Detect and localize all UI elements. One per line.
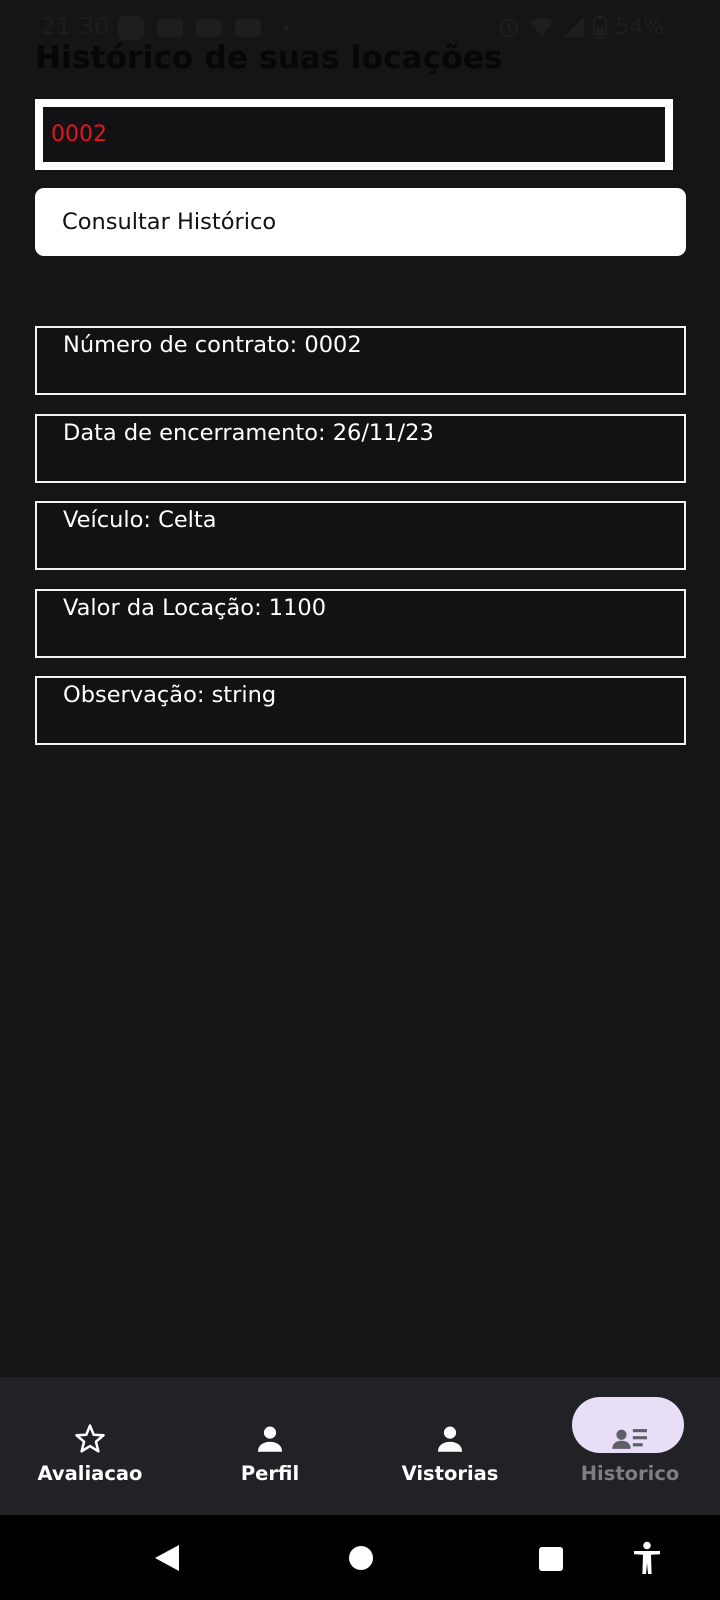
contract-number-input[interactable] bbox=[51, 115, 657, 154]
person-icon bbox=[257, 1426, 283, 1452]
nav-label-historico: Historico bbox=[580, 1462, 680, 1485]
nav-label-perfil: Perfil bbox=[240, 1462, 300, 1485]
accessibility-icon[interactable] bbox=[632, 1541, 662, 1575]
end-date-field: Data de encerramento: 26/11/23 bbox=[35, 414, 686, 483]
youtube-icon bbox=[157, 19, 183, 37]
alarm-icon bbox=[500, 19, 519, 37]
vehicle-field: Veículo: Celta bbox=[35, 501, 686, 570]
youtube-icon bbox=[235, 19, 261, 37]
contract-number-field: Número de contrato: 0002 bbox=[35, 326, 686, 395]
home-icon[interactable] bbox=[348, 1545, 374, 1571]
nav-label-vistorias: Vistorias bbox=[401, 1462, 499, 1485]
status-time: 21:30 bbox=[41, 14, 110, 40]
system-navigation-bar bbox=[0, 1515, 720, 1600]
bottom-navigation: Avaliacao Perfil Vistorias Historico bbox=[0, 1377, 720, 1515]
more-notifications-dot-icon bbox=[283, 25, 289, 31]
rental-value-field: Valor da Locação: 1100 bbox=[35, 589, 686, 658]
star-outline-icon bbox=[75, 1424, 105, 1453]
battery-icon bbox=[593, 15, 608, 39]
page-title: Histórico de suas locações bbox=[35, 40, 503, 76]
app-notification-icon bbox=[118, 16, 144, 40]
nav-item-vistorias[interactable]: Vistorias bbox=[360, 1377, 540, 1515]
person-icon bbox=[437, 1426, 463, 1452]
recents-icon[interactable] bbox=[538, 1546, 564, 1572]
signal-icon bbox=[564, 17, 585, 37]
contact-list-icon bbox=[612, 1429, 647, 1449]
nav-item-historico[interactable]: Historico bbox=[540, 1377, 720, 1515]
contract-search-box[interactable] bbox=[35, 99, 673, 170]
youtube-icon bbox=[196, 19, 222, 37]
nav-item-perfil[interactable]: Perfil bbox=[180, 1377, 360, 1515]
nav-item-avaliacao[interactable]: Avaliacao bbox=[0, 1377, 180, 1515]
consult-history-button[interactable]: Consultar Histórico bbox=[35, 188, 686, 256]
battery-percentage: 54% bbox=[615, 14, 664, 40]
nav-label-avaliacao: Avaliacao bbox=[37, 1462, 143, 1485]
back-icon[interactable] bbox=[153, 1543, 181, 1573]
wifi-icon bbox=[530, 17, 555, 36]
observation-field: Observação: string bbox=[35, 676, 686, 745]
status-right-group: 54% bbox=[497, 14, 664, 40]
